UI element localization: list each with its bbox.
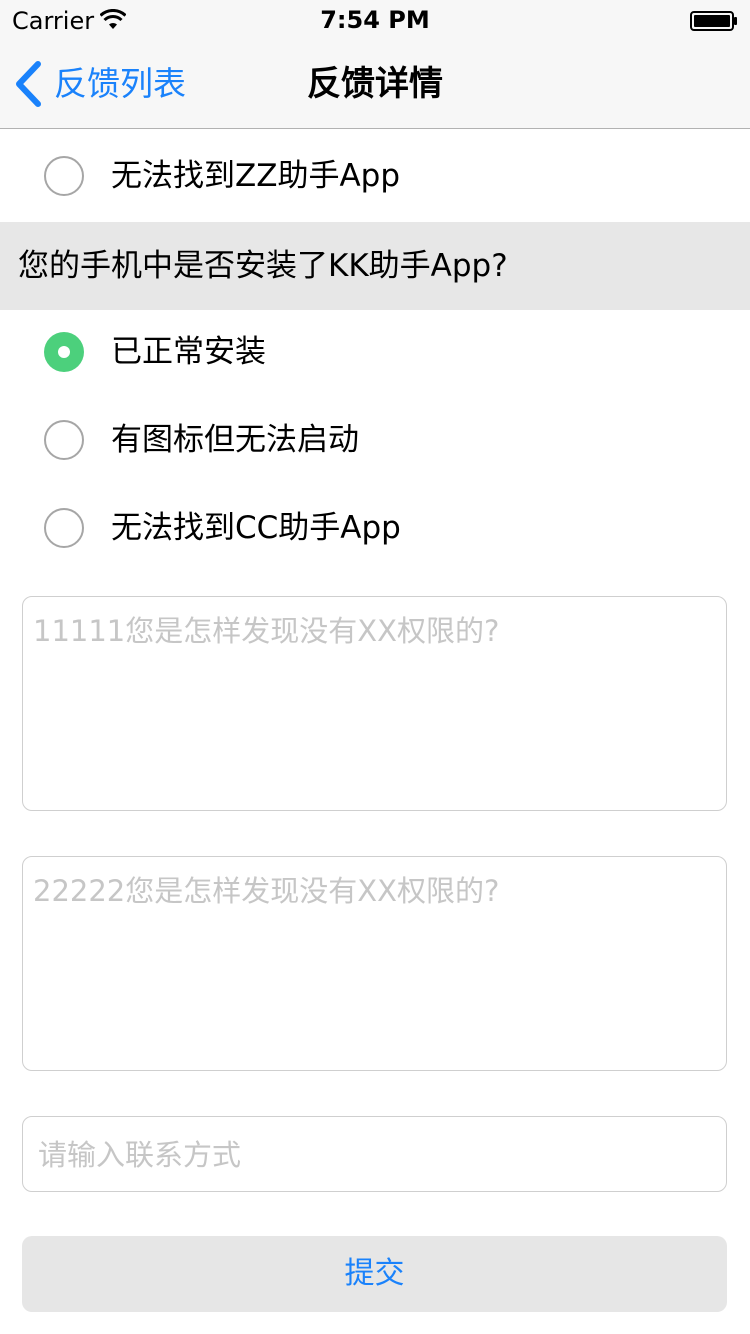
- textarea-2-placeholder: 22222您是怎样发现没有XX权限的?: [33, 874, 500, 908]
- question-header: 您的手机中是否安装了KK助手App?: [0, 222, 750, 310]
- option-zz-not-found[interactable]: 无法找到ZZ助手App: [0, 134, 750, 222]
- radio-unchecked[interactable]: [44, 420, 84, 460]
- option-label: 有图标但无法启动: [111, 422, 359, 458]
- option-label: 已正常安装: [111, 334, 266, 370]
- feedback-textarea-2[interactable]: 22222您是怎样发现没有XX权限的?: [22, 856, 727, 1071]
- contact-input[interactable]: 请输入联系方式: [22, 1116, 727, 1192]
- option-installed[interactable]: 已正常安装: [0, 310, 750, 398]
- radio-unchecked[interactable]: [44, 156, 84, 196]
- status-time: 7:54 PM: [320, 6, 430, 34]
- page-title: 反馈详情: [307, 64, 443, 104]
- radio-checked[interactable]: [44, 332, 84, 372]
- feedback-textarea-1[interactable]: 11111您是怎样发现没有XX权限的?: [22, 596, 727, 811]
- battery-icon: [690, 11, 737, 31]
- option-label: 无法找到ZZ助手App: [111, 158, 401, 194]
- textarea-1-placeholder: 11111您是怎样发现没有XX权限的?: [33, 614, 500, 648]
- radio-unchecked[interactable]: [44, 508, 84, 548]
- status-bar: Carrier 7:54 PM: [0, 0, 750, 40]
- contact-input-placeholder: 请输入联系方式: [38, 1138, 242, 1172]
- option-icon-cannot-launch[interactable]: 有图标但无法启动: [0, 398, 750, 486]
- option-cc-not-found[interactable]: 无法找到CC助手App: [0, 486, 750, 574]
- navigation-bar: 反馈列表 反馈详情: [0, 40, 750, 129]
- radio-dot: [58, 346, 70, 358]
- submit-button[interactable]: 提交: [22, 1236, 727, 1312]
- question-text: 您的手机中是否安装了KK助手App?: [18, 248, 508, 284]
- option-label: 无法找到CC助手App: [111, 510, 401, 546]
